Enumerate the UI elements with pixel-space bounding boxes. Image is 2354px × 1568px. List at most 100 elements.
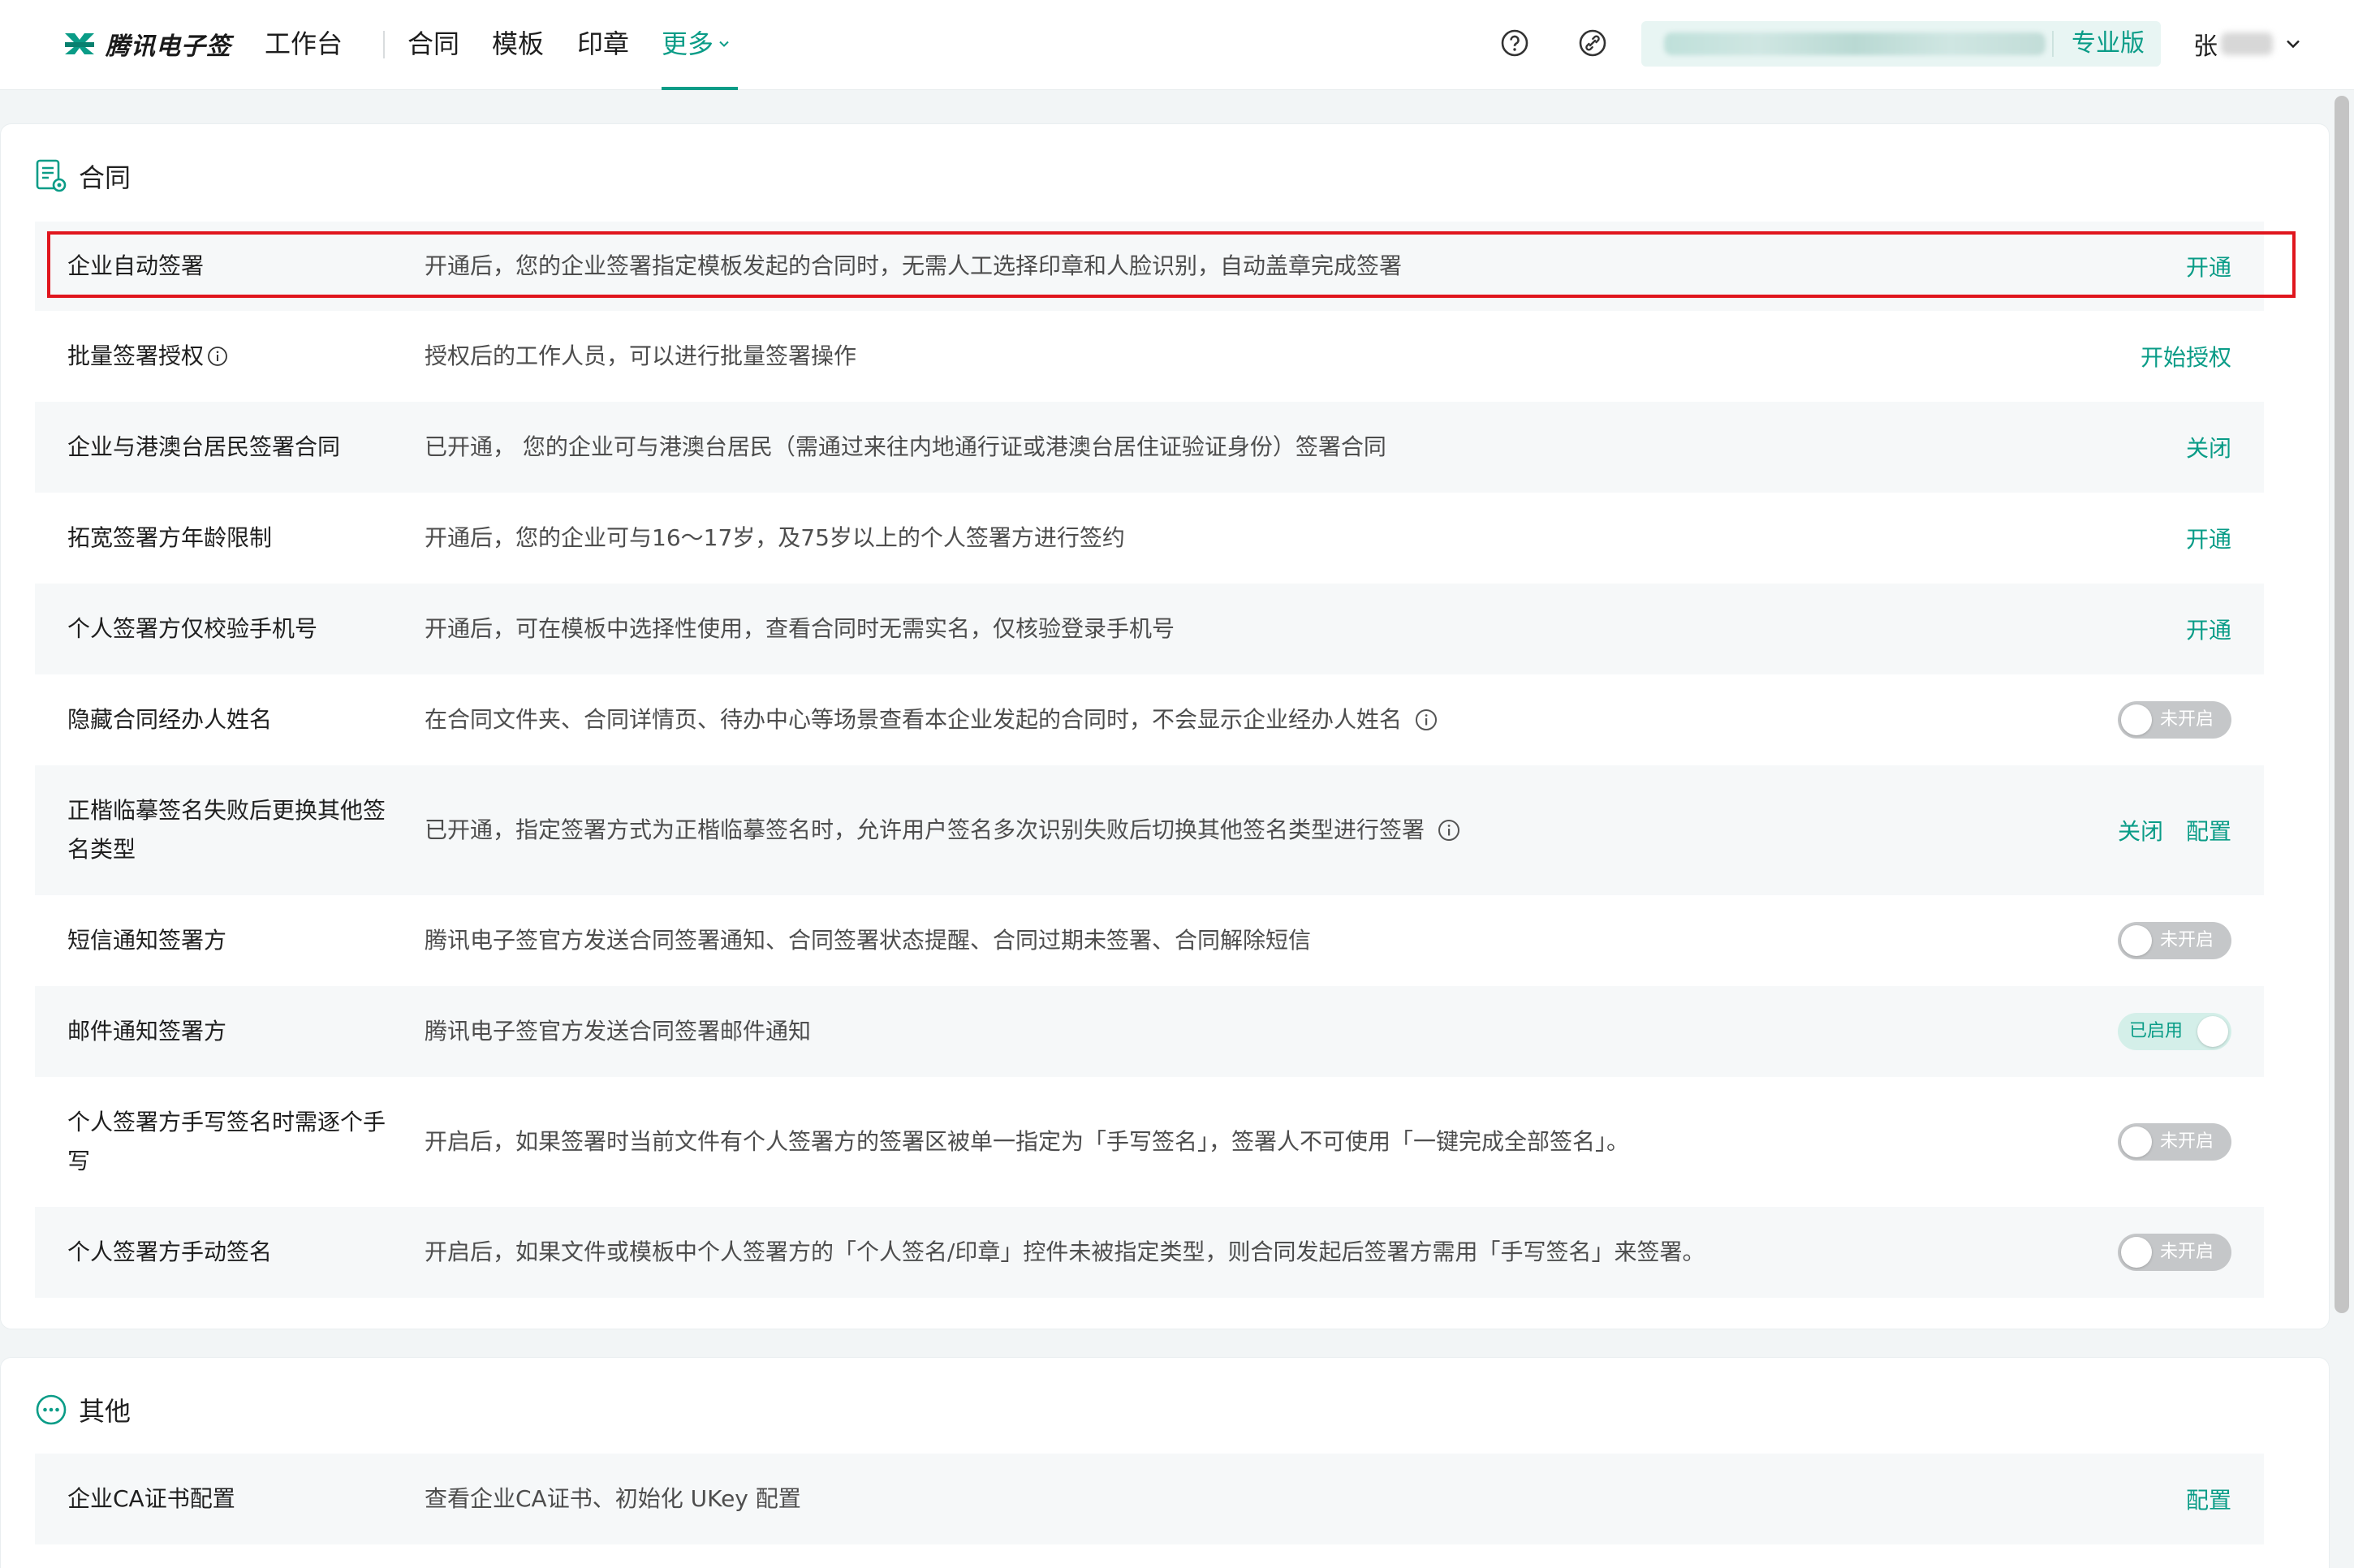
nav-seals[interactable]: 印章 (577, 0, 629, 90)
setting-row-email-notify: 邮件通知签署方 腾讯电子签官方发送合同签署邮件通知 已启用 (35, 986, 2264, 1077)
start-authorization-link[interactable]: 开始授权 (2141, 340, 2231, 373)
section-title: 其他 (79, 1396, 131, 1427)
setting-row-hk-macao-taiwan: 企业与港澳台居民签署合同 已开通， 您的企业可与港澳台居民（需通过来往内地通行证… (35, 402, 2264, 493)
setting-name: 正楷临摹签名失败后更换其他签名类型 (67, 797, 386, 863)
enable-link[interactable]: 开通 (2186, 613, 2231, 645)
toggle-switch[interactable]: 未开启 (2118, 701, 2231, 739)
toggle-switch[interactable]: 未开启 (2118, 922, 2231, 959)
section-header-contract: 合同 (35, 157, 131, 196)
setting-row-handwrite-each: 个人签署方手写签名时需逐个手写 开启后，如果签署时当前文件有个人签署方的签署区被… (35, 1077, 2264, 1207)
setting-actions: 未开启 (2118, 1234, 2231, 1271)
toggle-label: 未开启 (2160, 1131, 2214, 1152)
toggle-knob (2197, 1016, 2228, 1047)
info-icon[interactable] (1438, 819, 1460, 842)
logo-text: 腾讯电子签 (106, 32, 231, 61)
setting-description: 开启后，如果签署时当前文件有个人签署方的签署区被单一指定为「手写签名」，签署人不… (425, 1128, 1630, 1155)
organization-name-redacted (1664, 32, 2046, 55)
setting-name: 隐藏合同经办人姓名 (67, 706, 273, 733)
help-icon[interactable] (1498, 27, 1531, 59)
toggle-label: 已启用 (2129, 1021, 2184, 1041)
setting-description: 已开通，指定签署方式为正楷临摹签名时，允许用户签名多次识别失败后切换其他签名类型… (425, 811, 2093, 850)
setting-row-sms-notify: 短信通知签署方 腾讯电子签官方发送合同签署通知、合同签署状态提醒、合同过期未签署… (35, 895, 2264, 986)
toggle-switch[interactable]: 未开启 (2118, 1234, 2231, 1271)
setting-name: 个人签署方手动签名 (67, 1238, 273, 1265)
setting-name: 邮件通知签署方 (67, 1018, 227, 1045)
setting-name: 批量签署授权 (67, 337, 400, 376)
scrollbar-thumb[interactable] (2335, 96, 2349, 1313)
setting-description: 授权后的工作人员，可以进行批量签署操作 (425, 342, 857, 369)
link-icon[interactable] (1576, 27, 1609, 59)
setting-row-manual-signature: 个人签署方手动签名 开启后，如果文件或模板中个人签署方的「个人签名/印章」控件未… (35, 1207, 2264, 1298)
setting-description: 腾讯电子签官方发送合同签署通知、合同签署状态提醒、合同过期未签署、合同解除短信 (425, 927, 1312, 954)
contract-settings-card: 合同 企业自动签署 开通后，您的企业签署指定模板发起的合同时，无需人工选择印章和… (0, 123, 2330, 1329)
setting-actions: 已启用 (2118, 1013, 2231, 1050)
close-link[interactable]: 关闭 (2186, 431, 2231, 463)
setting-description: 已开通， 您的企业可与港澳台居民（需通过来往内地通行证或港澳台居住证验证身份）签… (425, 433, 1386, 460)
user-name-redacted (2221, 32, 2273, 55)
nav-templates[interactable]: 模板 (492, 0, 544, 90)
setting-description: 开通后，您的企业签署指定模板发起的合同时，无需人工选择印章和人脸识别，自动盖章完… (425, 252, 1403, 279)
toggle-knob (2121, 925, 2152, 956)
setting-row-ca-certificate: 企业CA证书配置 查看企业CA证书、初始化 UKey 配置 配置 (35, 1454, 2264, 1544)
chevron-down-icon (2287, 40, 2300, 49)
logo-icon (63, 30, 96, 58)
org-divider (2052, 31, 2054, 57)
user-name: 张 (2193, 32, 2218, 61)
top-navigation-bar: 腾讯电子签 工作台 合同 模板 印章 更多 专业版 张 (0, 0, 2354, 90)
toggle-switch[interactable]: 已启用 (2118, 1013, 2231, 1050)
setting-actions: 未开启 (2118, 701, 2231, 739)
edition-badge: 专业版 (2072, 29, 2145, 58)
setting-actions: 未开启 (2118, 922, 2231, 959)
toggle-knob (2121, 1126, 2152, 1157)
section-header-other: 其他 (35, 1390, 131, 1429)
setting-actions: 配置 (2186, 1483, 2231, 1515)
setting-actions: 开通 (2186, 250, 2231, 282)
setting-name: 短信通知签署方 (67, 927, 227, 954)
setting-actions: 开通 (2186, 522, 2231, 554)
setting-row-age-limit: 拓宽签署方年龄限制 开通后，您的企业可与16～17岁，及75岁以上的个人签署方进… (35, 493, 2264, 584)
nav-more-label: 更多 (662, 28, 714, 59)
user-menu[interactable]: 张 (2193, 21, 2302, 67)
organization-switcher[interactable]: 专业版 (1641, 21, 2161, 67)
setting-row-batch-sign-authorization: 批量签署授权 授权后的工作人员，可以进行批量签署操作 开始授权 (35, 311, 2264, 402)
setting-actions: 开始授权 (2141, 340, 2231, 373)
contract-document-icon (36, 159, 67, 192)
toggle-knob (2121, 704, 2152, 735)
setting-name: 企业自动签署 (67, 252, 205, 279)
close-link[interactable]: 关闭 (2118, 814, 2163, 846)
setting-description: 查看企业CA证书、初始化 UKey 配置 (425, 1485, 801, 1512)
setting-actions: 关闭 配置 (2118, 814, 2231, 846)
setting-row-phone-only-verify: 个人签署方仅校验手机号 开通后，可在模板中选择性使用，查看合同时无需实名，仅核验… (35, 584, 2264, 674)
setting-name: 拓宽签署方年龄限制 (67, 524, 273, 551)
setting-name: 个人签署方仅校验手机号 (67, 615, 318, 642)
nav-more[interactable]: 更多 (662, 0, 738, 90)
app-logo[interactable]: 腾讯电子签 (63, 24, 231, 63)
configure-link[interactable]: 配置 (2186, 814, 2231, 846)
nav-contracts[interactable]: 合同 (407, 0, 459, 90)
setting-row-hide-operator-name: 隐藏合同经办人姓名 在合同文件夹、合同详情页、待办中心等场景查看本企业发起的合同… (35, 674, 2264, 765)
configure-link[interactable]: 配置 (2186, 1483, 2231, 1515)
toggle-knob (2121, 1237, 2152, 1268)
nav-workbench[interactable]: 工作台 (265, 0, 343, 90)
more-circle-icon (36, 1394, 67, 1425)
nav-divider (383, 31, 385, 58)
info-icon[interactable] (1415, 709, 1438, 731)
enable-link[interactable]: 开通 (2186, 522, 2231, 554)
section-title: 合同 (79, 162, 131, 193)
setting-row-signature-fallback: 正楷临摹签名失败后更换其他签名类型 已开通，指定签署方式为正楷临摹签名时，允许用… (35, 765, 2264, 895)
setting-actions: 关闭 (2186, 431, 2231, 463)
toggle-label: 未开启 (2160, 709, 2214, 730)
setting-actions: 未开启 (2118, 1123, 2231, 1161)
setting-description: 腾讯电子签官方发送合同签署邮件通知 (425, 1018, 812, 1045)
chevron-down-icon (719, 41, 729, 47)
setting-row-auto-sign: 企业自动签署 开通后，您的企业签署指定模板发起的合同时，无需人工选择印章和人脸识… (35, 222, 2264, 311)
toggle-label: 未开启 (2160, 930, 2214, 950)
setting-description: 开启后，如果文件或模板中个人签署方的「个人签名/印章」控件未被指定类型，则合同发… (425, 1238, 1705, 1265)
setting-name: 个人签署方手写签名时需逐个手写 (67, 1109, 386, 1174)
setting-description: 开通后，您的企业可与16～17岁，及75岁以上的个人签署方进行签约 (425, 524, 1125, 551)
toggle-switch[interactable]: 未开启 (2118, 1123, 2231, 1161)
setting-name: 企业CA证书配置 (67, 1485, 235, 1512)
enable-link[interactable]: 开通 (2186, 250, 2231, 282)
setting-description: 在合同文件夹、合同详情页、待办中心等场景查看本企业发起的合同时，不会显示企业经办… (425, 700, 2093, 739)
info-icon[interactable] (207, 346, 228, 367)
